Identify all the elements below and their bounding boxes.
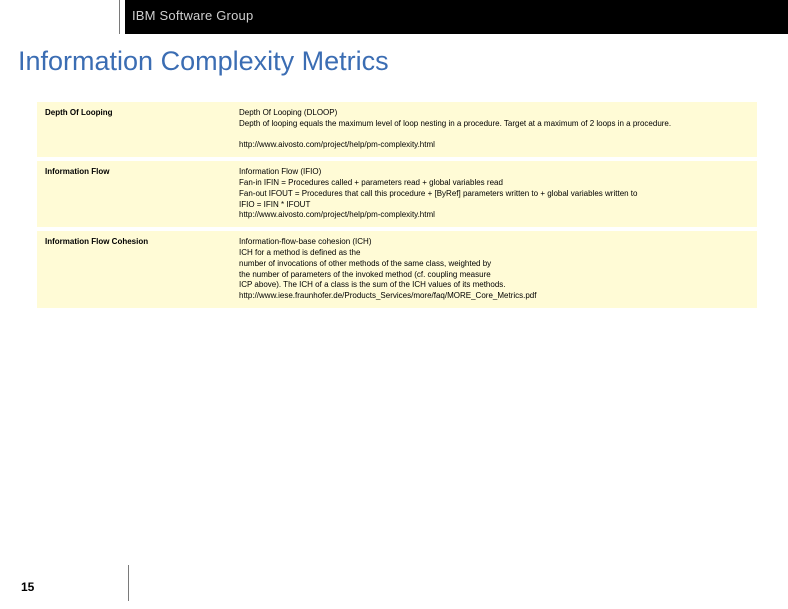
footer-divider — [128, 565, 129, 601]
top-bar: IBM Software Group — [0, 0, 788, 34]
page-title: Information Complexity Metrics — [18, 46, 389, 77]
brand-group-label: IBM Software Group — [132, 8, 253, 23]
metric-desc-cell: Depth Of Looping (DLOOP) Depth of loopin… — [231, 102, 757, 157]
metric-desc-text: Depth Of Looping (DLOOP) Depth of loopin… — [239, 108, 749, 151]
metric-desc-text: Information Flow (IFIO) Fan-in IFIN = Pr… — [239, 167, 749, 221]
metric-name-cell: Depth Of Looping — [37, 102, 231, 157]
metric-desc-cell: Information-flow-base cohesion (ICH) ICH… — [231, 231, 757, 308]
page-number: 15 — [21, 580, 34, 594]
top-bar-divider — [119, 0, 120, 34]
table-row: Information Flow Cohesion Information-fl… — [37, 231, 757, 308]
metric-name-cell: Information Flow — [37, 161, 231, 227]
table-row: Information Flow Information Flow (IFIO)… — [37, 161, 757, 227]
metric-name-cell: Information Flow Cohesion — [37, 231, 231, 308]
metrics-table: Depth Of Looping Depth Of Looping (DLOOP… — [37, 102, 757, 308]
metric-desc-cell: Information Flow (IFIO) Fan-in IFIN = Pr… — [231, 161, 757, 227]
table-row: Depth Of Looping Depth Of Looping (DLOOP… — [37, 102, 757, 157]
metric-desc-text: Information-flow-base cohesion (ICH) ICH… — [239, 237, 749, 302]
